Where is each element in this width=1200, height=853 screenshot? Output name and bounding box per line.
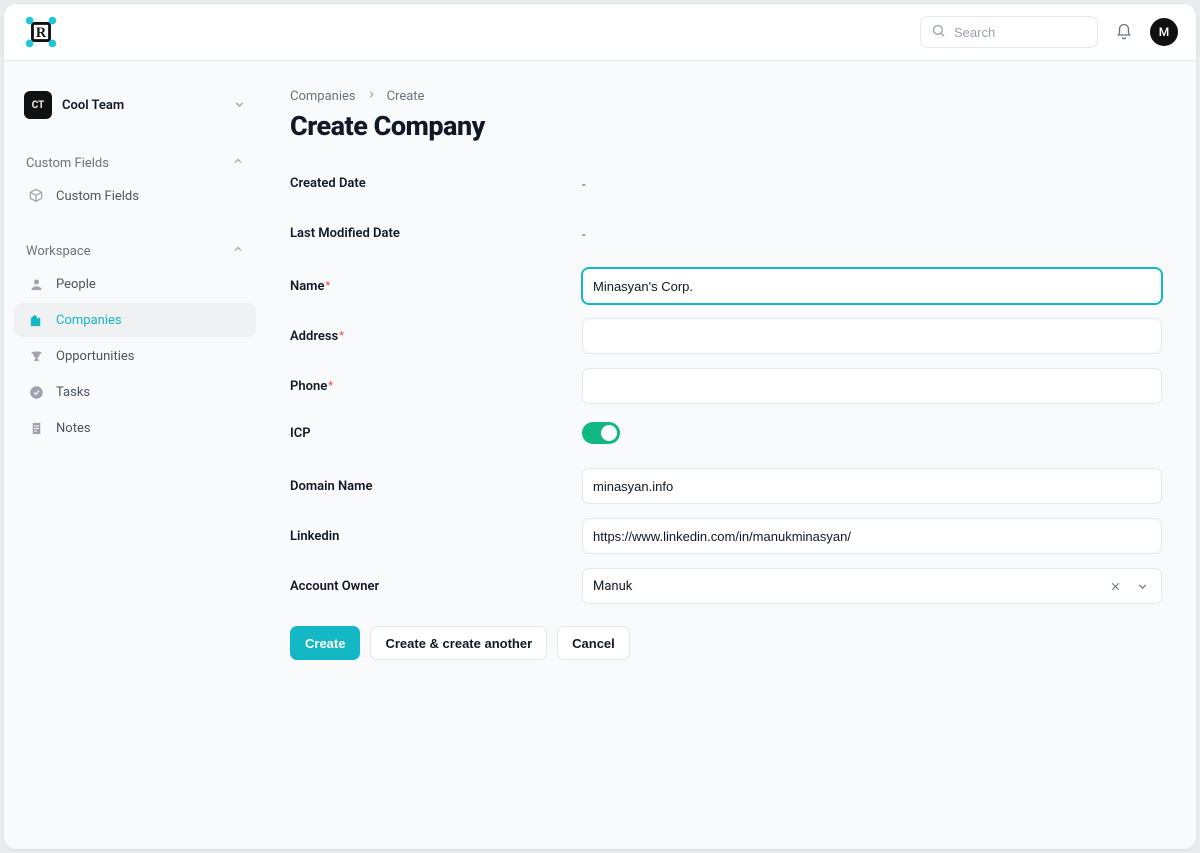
phone-input[interactable] bbox=[582, 368, 1162, 404]
note-icon bbox=[28, 420, 44, 436]
toggle-knob bbox=[601, 425, 617, 441]
search-box[interactable] bbox=[920, 16, 1098, 48]
cancel-button[interactable]: Cancel bbox=[557, 626, 630, 660]
linkedin-input[interactable] bbox=[582, 518, 1162, 554]
chevron-right-icon bbox=[366, 89, 377, 104]
notifications-button[interactable] bbox=[1112, 20, 1136, 44]
row-last-modified-date: Last Modified Date - bbox=[290, 216, 1162, 250]
label-linkedin: Linkedin bbox=[290, 529, 582, 544]
building-icon bbox=[28, 312, 44, 328]
sidebar-item-companies[interactable]: Companies bbox=[14, 303, 256, 337]
clear-icon[interactable] bbox=[1105, 578, 1126, 595]
team-name: Cool Team bbox=[62, 98, 223, 113]
topbar: R M bbox=[4, 4, 1196, 61]
address-input[interactable] bbox=[582, 318, 1162, 354]
team-badge: CT bbox=[24, 91, 52, 119]
icp-toggle[interactable] bbox=[582, 422, 620, 444]
main-content: Companies Create Create Company Created … bbox=[266, 61, 1196, 849]
search-input[interactable] bbox=[954, 25, 1087, 40]
label-address: Address* bbox=[290, 329, 582, 344]
sidebar-item-label: Opportunities bbox=[56, 349, 134, 364]
sidebar: CT Cool Team Custom Fields Custom Fields bbox=[4, 61, 266, 849]
label-last-modified-date: Last Modified Date bbox=[290, 226, 582, 241]
sidebar-item-label: People bbox=[56, 277, 96, 292]
app-shell: R M CT Cool Team bbox=[4, 4, 1196, 849]
search-icon bbox=[931, 23, 946, 42]
chevron-up-icon bbox=[232, 243, 244, 259]
app-logo[interactable]: R bbox=[22, 13, 60, 51]
app-body: CT Cool Team Custom Fields Custom Fields bbox=[4, 61, 1196, 849]
trophy-icon bbox=[28, 348, 44, 364]
sidebar-item-notes[interactable]: Notes bbox=[14, 411, 256, 445]
label-name: Name* bbox=[290, 279, 582, 294]
sidebar-item-label: Notes bbox=[56, 421, 91, 436]
sidebar-item-tasks[interactable]: Tasks bbox=[14, 375, 256, 409]
sidebar-item-custom-fields[interactable]: Custom Fields bbox=[14, 179, 256, 213]
sidebar-section-custom-fields[interactable]: Custom Fields bbox=[14, 147, 256, 177]
sidebar-item-label: Custom Fields bbox=[56, 189, 139, 204]
create-another-button[interactable]: Create & create another bbox=[370, 626, 547, 660]
row-icp: ICP bbox=[290, 416, 1162, 450]
cube-icon bbox=[28, 188, 44, 204]
row-phone: Phone* bbox=[290, 366, 1162, 406]
sidebar-section-label: Custom Fields bbox=[26, 156, 109, 171]
chevron-down-icon bbox=[233, 96, 246, 115]
page-title: Create Company bbox=[290, 110, 1172, 142]
bell-icon bbox=[1115, 23, 1133, 41]
topbar-right: M bbox=[920, 16, 1178, 48]
label-account-owner: Account Owner bbox=[290, 579, 582, 594]
sidebar-item-label: Tasks bbox=[56, 385, 90, 400]
chevron-up-icon bbox=[232, 155, 244, 171]
sidebar-item-label: Companies bbox=[56, 313, 122, 328]
account-owner-value: Manuk bbox=[593, 579, 1099, 594]
chevron-down-icon[interactable] bbox=[1132, 578, 1153, 595]
person-icon bbox=[28, 276, 44, 292]
label-domain: Domain Name bbox=[290, 479, 582, 494]
value-created-date: - bbox=[582, 178, 586, 193]
row-created-date: Created Date - bbox=[290, 166, 1162, 200]
user-avatar[interactable]: M bbox=[1150, 18, 1178, 46]
label-icp: ICP bbox=[290, 426, 582, 441]
row-domain: Domain Name bbox=[290, 466, 1162, 506]
breadcrumb: Companies Create bbox=[290, 89, 1172, 104]
sidebar-section-label: Workspace bbox=[26, 244, 91, 259]
label-created-date: Created Date bbox=[290, 176, 582, 191]
row-name: Name* bbox=[290, 266, 1162, 306]
sidebar-item-opportunities[interactable]: Opportunities bbox=[14, 339, 256, 373]
breadcrumb-companies[interactable]: Companies bbox=[290, 89, 356, 104]
value-last-modified-date: - bbox=[582, 228, 586, 243]
create-button[interactable]: Create bbox=[290, 626, 360, 660]
row-linkedin: Linkedin bbox=[290, 516, 1162, 556]
name-input[interactable] bbox=[582, 268, 1162, 304]
sidebar-item-people[interactable]: People bbox=[14, 267, 256, 301]
svg-text:R: R bbox=[36, 25, 47, 41]
check-circle-icon bbox=[28, 384, 44, 400]
row-address: Address* bbox=[290, 316, 1162, 356]
row-account-owner: Account Owner Manuk bbox=[290, 566, 1162, 606]
team-switcher[interactable]: CT Cool Team bbox=[14, 85, 256, 125]
domain-input[interactable] bbox=[582, 468, 1162, 504]
label-phone: Phone* bbox=[290, 379, 582, 394]
create-company-form: Created Date - Last Modified Date - Name… bbox=[290, 166, 1162, 660]
breadcrumb-create[interactable]: Create bbox=[387, 89, 425, 104]
sidebar-section-workspace[interactable]: Workspace bbox=[14, 235, 256, 265]
form-actions: Create Create & create another Cancel bbox=[290, 626, 1162, 660]
account-owner-select[interactable]: Manuk bbox=[582, 568, 1162, 604]
